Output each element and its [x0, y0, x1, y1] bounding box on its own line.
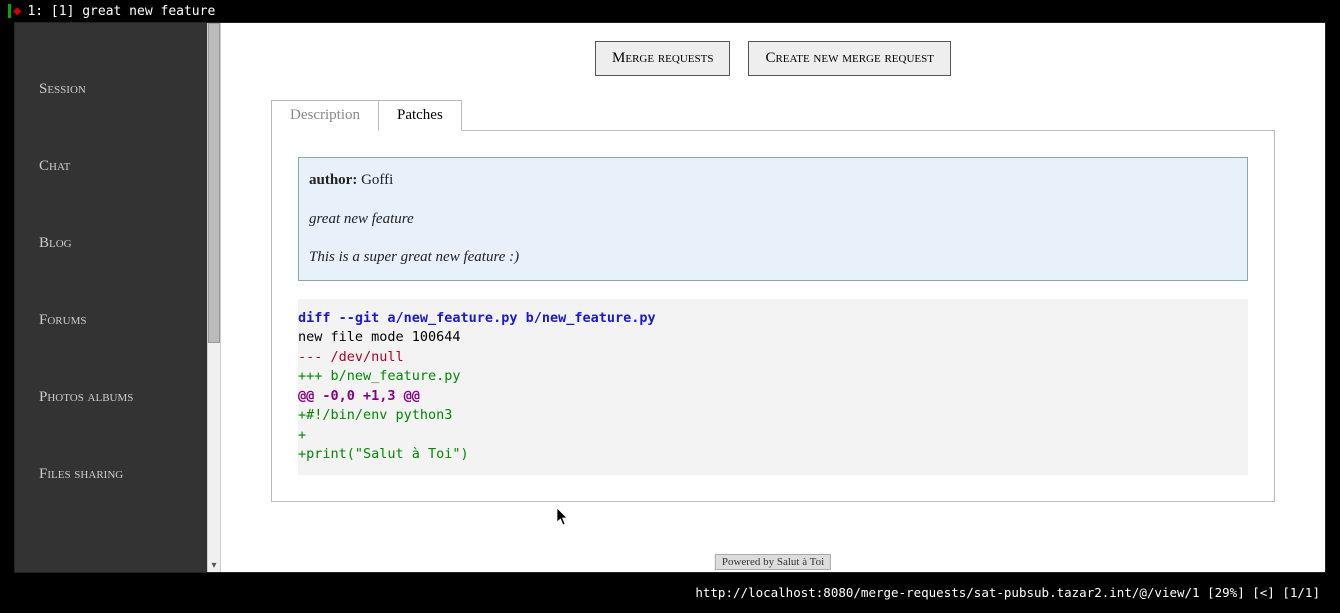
diff-plus-line: +++ b/new_feature.py: [298, 368, 461, 384]
merge-requests-button[interactable]: Merge requests: [595, 41, 730, 76]
statusbar: http://localhost:8080/merge-requests/sat…: [14, 585, 1326, 601]
app-window: Session Chat Blog Forums Photos albums F…: [14, 22, 1326, 573]
scrollbar-thumb[interactable]: [208, 23, 220, 343]
sidebar-item-blog[interactable]: Blog: [15, 205, 207, 282]
diff-hunk-line: @@ -0,0 +1,3 @@: [298, 388, 420, 404]
diff-mode-line: new file mode 100644: [298, 329, 461, 345]
commit-author: author: Goffi: [309, 166, 1237, 195]
tabs: Description Patches: [271, 100, 1275, 131]
sidebar: Session Chat Blog Forums Photos albums F…: [15, 23, 207, 572]
diff-output: diff --git a/new_feature.py b/new_featur…: [298, 299, 1248, 476]
toolbar: Merge requests Create new merge request: [271, 41, 1275, 76]
patch-panel: author: Goffi great new feature This is …: [271, 131, 1275, 502]
sidebar-item-session[interactable]: Session: [15, 51, 207, 128]
main-content: Merge requests Create new merge request …: [221, 23, 1325, 572]
author-label: author:: [309, 172, 357, 188]
create-merge-request-button[interactable]: Create new merge request: [748, 41, 951, 76]
sidebar-item-chat[interactable]: Chat: [15, 128, 207, 205]
sidebar-item-forums[interactable]: Forums: [15, 282, 207, 359]
author-value: Goffi: [357, 172, 393, 188]
diff-add-line-1: +#!/bin/env python3: [298, 407, 452, 423]
scroll-down-icon[interactable]: ▾: [208, 558, 220, 572]
statusbar-text: http://localhost:8080/merge-requests/sat…: [695, 585, 1320, 600]
sidebar-item-files[interactable]: Files sharing: [15, 436, 207, 513]
diff-minus-line: --- /dev/null: [298, 349, 404, 365]
titlebar-indicator: [8, 4, 11, 18]
sidebar-item-photos[interactable]: Photos albums: [15, 359, 207, 436]
diff-add-line-3: +print("Salut à Toi"): [298, 446, 469, 462]
commit-metadata: author: Goffi great new feature This is …: [298, 157, 1248, 281]
diff-header-line: diff --git a/new_feature.py b/new_featur…: [298, 310, 656, 326]
powered-by: Powered by Salut à Toi: [715, 554, 831, 570]
diff-add-line-2: +: [298, 427, 306, 443]
window-titlebar: ◆ 1: [1] great new feature: [0, 0, 1340, 22]
commit-body: This is a super great new feature :): [309, 243, 1237, 272]
tab-description[interactable]: Description: [271, 100, 379, 131]
app-icon: ◆: [13, 3, 21, 19]
tab-patches[interactable]: Patches: [378, 100, 462, 131]
commit-title: great new feature: [309, 205, 1237, 234]
scrollbar[interactable]: ▾: [207, 23, 221, 572]
window-title: 1: [1] great new feature: [27, 4, 215, 19]
